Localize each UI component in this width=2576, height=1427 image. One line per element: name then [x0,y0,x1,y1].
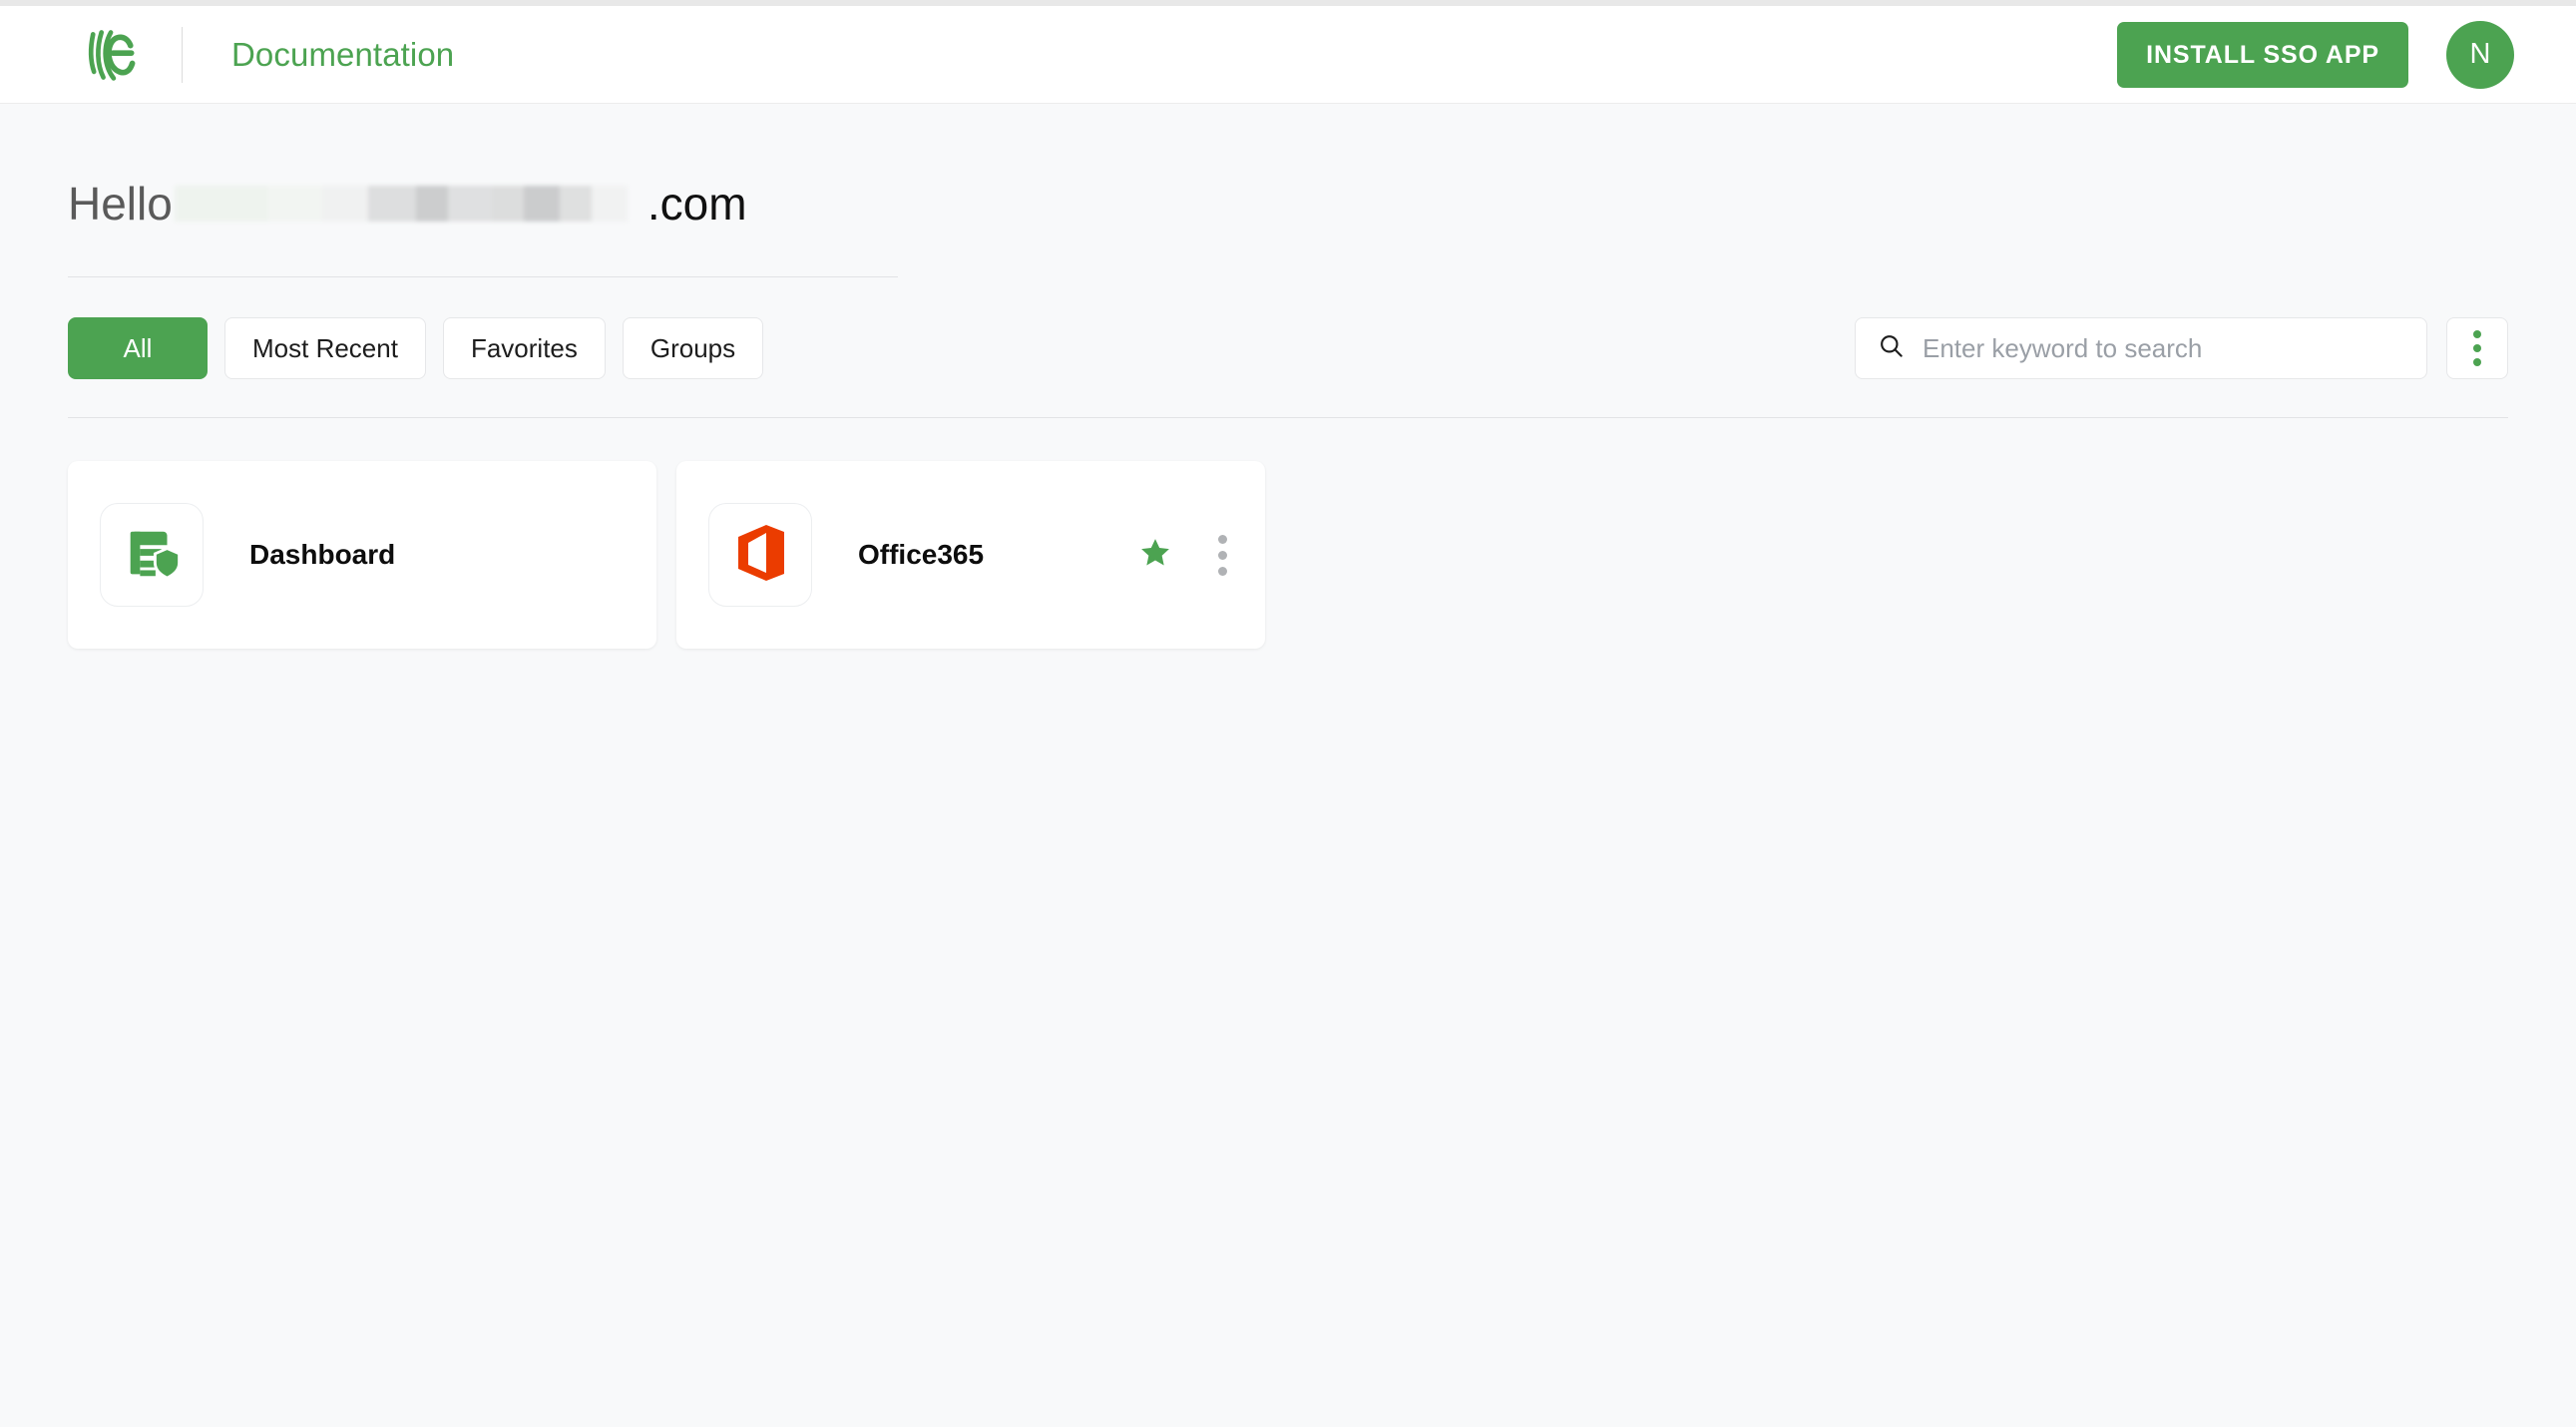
app-header: Documentation INSTALL SSO APP N [0,6,2576,104]
app-card-office365[interactable]: Office365 [676,461,1265,649]
tab-favorites[interactable]: Favorites [442,317,606,379]
main-content: Hello .com All Most Recent Favorites Gro… [0,104,2576,649]
app-icon-container [708,503,812,607]
overflow-menu-button[interactable] [2446,317,2508,379]
search-zone [1855,317,2508,379]
tab-all[interactable]: All [68,317,208,379]
kebab-menu-icon [1218,566,1227,576]
tab-most-recent[interactable]: Most Recent [224,317,426,379]
app-card-actions [1138,529,1233,582]
app-name: Dashboard [249,539,396,570]
star-filled-icon[interactable] [1138,536,1172,575]
kebab-menu-icon [2473,344,2481,352]
filter-divider [68,417,2508,418]
header-actions: INSTALL SSO APP N [2117,20,2514,89]
brand-zone: Documentation [0,6,454,103]
kebab-menu-icon [1218,550,1227,560]
filter-tabs: All Most Recent Favorites Groups [68,317,780,379]
app-card-dashboard[interactable]: Dashboard [68,461,656,649]
redacted-username [174,186,628,222]
search-box[interactable] [1855,317,2427,379]
install-sso-app-button[interactable]: INSTALL SSO APP [2117,21,2408,88]
greeting-hello-text: Hello [68,178,173,230]
app-icon-container [100,503,204,607]
kebab-menu-icon [1218,534,1227,544]
avatar[interactable]: N [2446,20,2514,89]
filter-toolbar: All Most Recent Favorites Groups [68,317,2508,379]
dashboard-shield-icon [121,522,183,589]
app-grid: Dashboard Office365 [68,461,2508,649]
kebab-menu-icon [2473,330,2481,338]
greeting-domain-text: .com [646,178,747,230]
search-icon [1878,332,1905,364]
app-name: Office365 [858,539,985,570]
miniorange-logo-icon[interactable] [82,25,142,85]
kebab-menu-icon [2473,358,2481,366]
app-card-menu-button[interactable] [1212,529,1233,582]
tab-groups[interactable]: Groups [622,317,764,379]
greeting-line: Hello .com [68,176,2508,232]
search-input[interactable] [1923,332,2404,364]
header-divider [182,26,183,83]
page-title: Documentation [231,35,455,73]
greeting-divider [68,276,898,277]
greeting-section: Hello .com [68,104,2508,277]
office365-icon [728,521,792,590]
